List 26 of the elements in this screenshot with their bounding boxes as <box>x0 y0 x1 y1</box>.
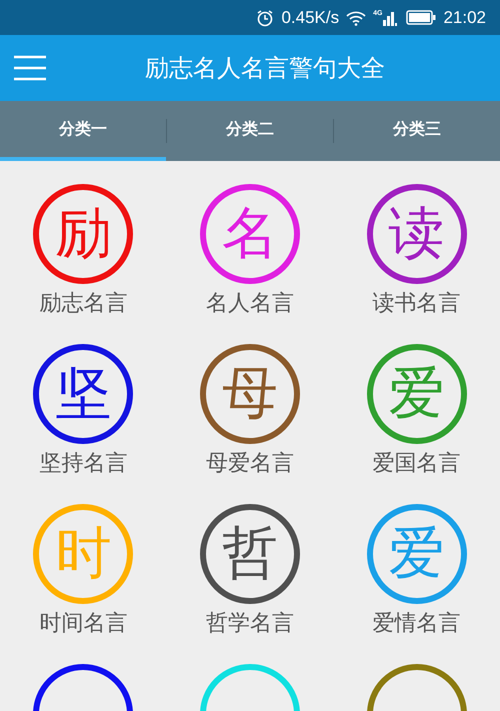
category-icon[interactable]: 读 <box>366 184 467 284</box>
category-label[interactable]: 读书名言 <box>372 288 461 318</box>
app-title: 励志名人名言警句大全 <box>144 53 386 84</box>
category-icon[interactable]: 励 <box>33 184 134 284</box>
category-icon[interactable]: 坚 <box>33 344 134 444</box>
battery-icon <box>406 10 436 25</box>
category-icon[interactable]: 哲 <box>200 504 300 604</box>
category-icon[interactable]: 名 <box>200 184 300 284</box>
tab[interactable]: 分类一 <box>0 101 166 161</box>
category-label[interactable]: 母爱名言 <box>206 448 294 478</box>
category-label[interactable]: 名人名言 <box>206 288 294 318</box>
category-label[interactable]: 爱情名言 <box>372 608 461 638</box>
signal-icon <box>383 10 400 26</box>
category-label[interactable]: 哲学名言 <box>206 608 294 638</box>
alarm-icon <box>256 8 274 26</box>
category-label[interactable]: 时间名言 <box>39 608 128 638</box>
clock-time: 21:02 <box>443 8 486 28</box>
network-speed: 0.45K/s <box>281 8 340 28</box>
category-label[interactable]: 爱国名言 <box>372 448 461 478</box>
menu-icon[interactable] <box>14 55 46 81</box>
tab[interactable]: 分类三 <box>334 101 500 161</box>
category-icon[interactable]: 母 <box>200 344 300 444</box>
tab[interactable]: 分类二 <box>167 101 333 161</box>
category-label[interactable]: 坚持名言 <box>39 448 128 478</box>
wifi-icon <box>346 10 366 26</box>
category-label[interactable]: 励志名言 <box>39 288 128 318</box>
